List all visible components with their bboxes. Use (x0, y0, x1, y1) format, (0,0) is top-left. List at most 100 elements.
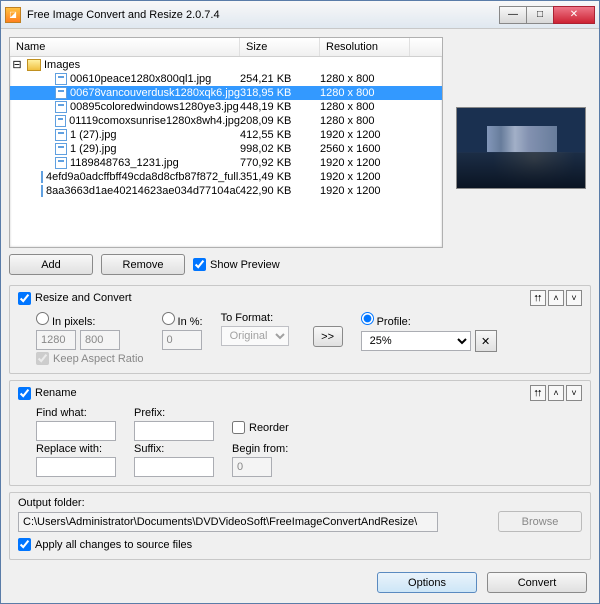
col-res[interactable]: Resolution (320, 38, 410, 56)
image-file-icon (55, 129, 67, 141)
col-size[interactable]: Size (240, 38, 320, 56)
file-list[interactable]: Name Size Resolution ⊟Images00610peace12… (9, 37, 443, 248)
folder-icon (27, 59, 41, 71)
image-file-icon (55, 115, 67, 127)
file-size: 254,21 KB (240, 73, 320, 85)
file-name: 01119comoxsunrise1280x8wh4.jpg (69, 115, 240, 127)
file-size: 351,49 KB (240, 171, 320, 183)
file-resolution: 1920 x 1200 (320, 129, 410, 141)
panel-up-button[interactable]: ˄ (548, 290, 564, 306)
image-file-icon (55, 101, 67, 113)
in-pixels-radio[interactable]: In pixels: (36, 312, 144, 328)
image-file-icon (41, 171, 43, 183)
table-row[interactable]: 00610peace1280x800ql1.jpg 254,21 KB1280 x… (10, 72, 442, 86)
window-title: Free Image Convert and Resize 2.0.7.4 (27, 9, 500, 21)
preview-image (456, 107, 586, 189)
to-format-label: To Format: (221, 312, 289, 324)
file-name: 4efd9a0adcffbff49cda8d8cfb87f872_full.jp… (46, 171, 240, 183)
file-resolution: 1920 x 1200 (320, 185, 410, 197)
options-button[interactable]: Options (377, 572, 477, 593)
convert-button[interactable]: Convert (487, 572, 587, 593)
file-size: 412,55 KB (240, 129, 320, 141)
file-resolution: 1920 x 1200 (320, 171, 410, 183)
profile-select[interactable]: 25% (361, 331, 471, 351)
image-file-icon (55, 143, 67, 155)
close-button[interactable]: ✕ (553, 6, 595, 24)
find-what-input[interactable] (36, 421, 116, 441)
file-name: 00610peace1280x800ql1.jpg (70, 73, 211, 85)
maximize-button[interactable]: □ (526, 6, 554, 24)
file-resolution: 1280 x 800 (320, 115, 410, 127)
list-header: Name Size Resolution (10, 38, 442, 57)
table-row[interactable]: 1 (27).jpg 412,55 KB1920 x 1200 (10, 128, 442, 142)
file-resolution: 1280 x 800 (320, 87, 410, 99)
folder-row[interactable]: ⊟Images (10, 57, 442, 72)
table-row[interactable]: 8aa3663d1ae40214623ae034d77104a0_full.jp… (10, 184, 442, 198)
preview-pane (451, 37, 591, 248)
file-name: 00678vancouverdusk1280xqk6.jpg (70, 87, 240, 99)
table-row[interactable]: 01119comoxsunrise1280x8wh4.jpg208,09 KB1… (10, 114, 442, 128)
file-name: 1 (29).jpg (70, 143, 116, 155)
file-resolution: 1280 x 800 (320, 73, 410, 85)
image-file-icon (41, 185, 43, 197)
col-name[interactable]: Name (10, 38, 240, 56)
file-name: 1 (27).jpg (70, 129, 116, 141)
keep-aspect-checkbox[interactable]: Keep Aspect Ratio (36, 352, 144, 365)
image-file-icon (55, 157, 67, 169)
file-name: 8aa3663d1ae40214623ae034d77104a0_full.jp… (46, 185, 240, 197)
width-input[interactable] (36, 330, 76, 350)
file-size: 208,09 KB (240, 115, 320, 127)
panel-expand-button[interactable]: ⮅ (530, 385, 546, 401)
reorder-checkbox[interactable]: Reorder (232, 421, 289, 434)
begin-from-input[interactable] (232, 457, 272, 477)
table-row[interactable]: 00678vancouverdusk1280xqk6.jpg318,95 KB1… (10, 86, 442, 100)
panel-up-button[interactable]: ˄ (548, 385, 564, 401)
table-row[interactable]: 1189848763_1231.jpg 770,92 KB1920 x 1200 (10, 156, 442, 170)
titlebar[interactable]: ◪ Free Image Convert and Resize 2.0.7.4 … (1, 1, 599, 29)
delete-profile-button[interactable]: ✕ (475, 330, 497, 352)
panel-down-button[interactable]: ˅ (566, 385, 582, 401)
height-input[interactable] (80, 330, 120, 350)
table-row[interactable]: 1 (29).jpg 998,02 KB2560 x 1600 (10, 142, 442, 156)
output-panel: Output folder: Browse Apply all changes … (9, 492, 591, 560)
rename-panel: Rename ⮅ ˄ ˅ Find what: Prefix: Reorder … (9, 380, 591, 486)
file-resolution: 1280 x 800 (320, 101, 410, 113)
suffix-input[interactable] (134, 457, 214, 477)
resize-enable-checkbox[interactable]: Resize and Convert (18, 292, 132, 305)
format-select[interactable]: Original (221, 326, 289, 346)
image-file-icon (55, 73, 67, 85)
apply-all-checkbox[interactable]: Apply all changes to source files (18, 538, 582, 551)
output-folder-input[interactable] (18, 512, 438, 532)
in-percent-radio[interactable]: In %: (162, 312, 203, 328)
app-icon: ◪ (5, 7, 21, 23)
file-resolution: 1920 x 1200 (320, 157, 410, 169)
app-window: ◪ Free Image Convert and Resize 2.0.7.4 … (0, 0, 600, 604)
tree-toggle[interactable]: ⊟ (10, 58, 24, 71)
file-name: 1189848763_1231.jpg (70, 157, 179, 169)
file-size: 448,19 KB (240, 101, 320, 113)
file-size: 770,92 KB (240, 157, 320, 169)
image-file-icon (55, 87, 67, 99)
rename-enable-checkbox[interactable]: Rename (18, 387, 77, 400)
show-preview-checkbox[interactable]: Show Preview (193, 258, 280, 271)
table-row[interactable]: 4efd9a0adcffbff49cda8d8cfb87f872_full.jp… (10, 170, 442, 184)
add-button[interactable]: Add (9, 254, 93, 275)
profile-radio[interactable]: Profile: (361, 312, 497, 328)
file-size: 422,90 KB (240, 185, 320, 197)
percent-input[interactable] (162, 330, 202, 350)
remove-button[interactable]: Remove (101, 254, 185, 275)
go-button[interactable]: >> (313, 326, 343, 347)
prefix-input[interactable] (134, 421, 214, 441)
resize-panel: Resize and Convert ⮅ ˄ ˅ In pixels: Keep… (9, 285, 591, 374)
panel-down-button[interactable]: ˅ (566, 290, 582, 306)
browse-button[interactable]: Browse (498, 511, 582, 532)
replace-with-input[interactable] (36, 457, 116, 477)
minimize-button[interactable]: — (499, 6, 527, 24)
file-size: 998,02 KB (240, 143, 320, 155)
file-resolution: 2560 x 1600 (320, 143, 410, 155)
file-name: 00895coloredwindows1280ye3.jpg (70, 101, 239, 113)
output-folder-label: Output folder: (18, 497, 582, 509)
table-row[interactable]: 00895coloredwindows1280ye3.jpg448,19 KB1… (10, 100, 442, 114)
show-preview-input[interactable] (193, 258, 206, 271)
panel-expand-button[interactable]: ⮅ (530, 290, 546, 306)
